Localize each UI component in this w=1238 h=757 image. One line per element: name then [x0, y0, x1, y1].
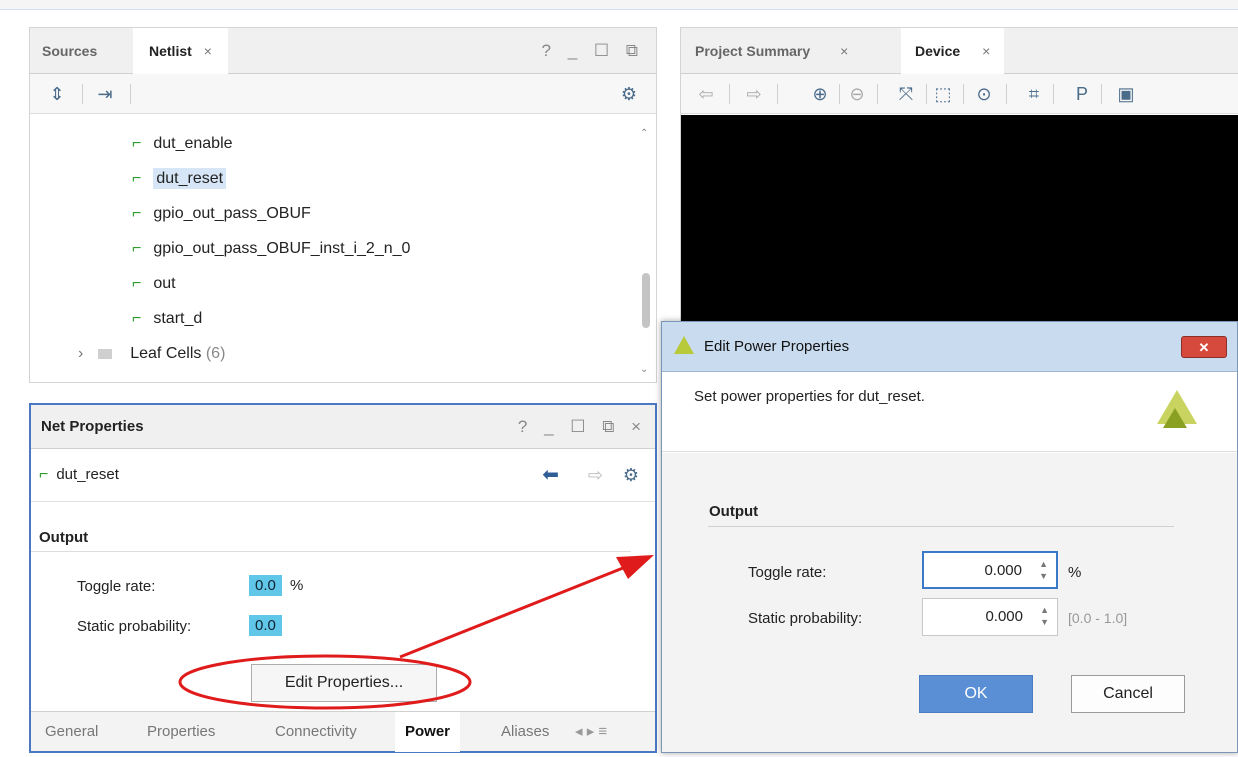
annotation-ellipse: [178, 654, 472, 710]
annotation-arrow-line: [399, 564, 629, 659]
annotation-arrow-head: [616, 555, 654, 579]
annotation-overlay: [178, 555, 654, 710]
